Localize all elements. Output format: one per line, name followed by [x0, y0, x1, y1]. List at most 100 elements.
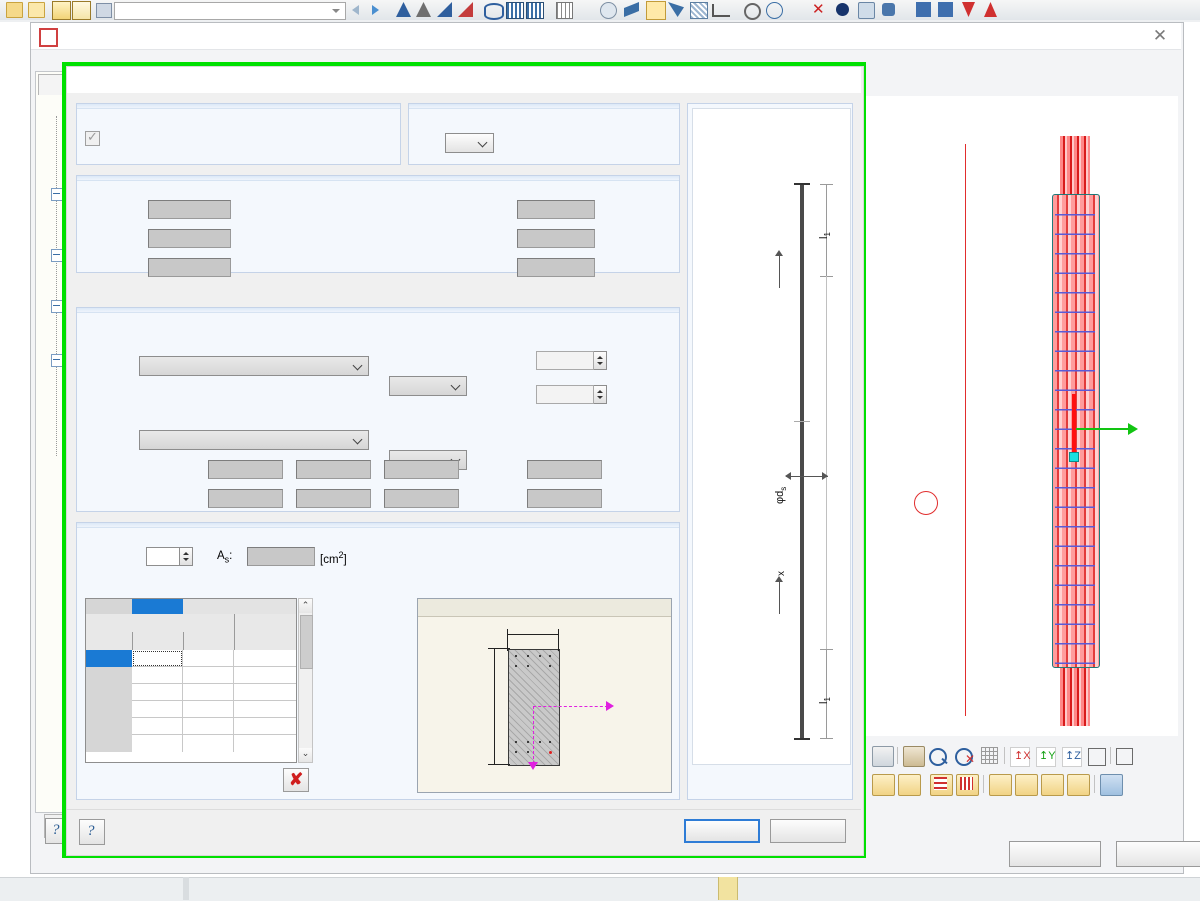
dialog-cancel-button[interactable] [770, 819, 846, 843]
row-y-cell[interactable] [132, 684, 183, 701]
anchorage-end-total-field[interactable] [384, 489, 459, 508]
triangle-icon[interactable] [790, 3, 806, 16]
chevron-down-icon[interactable] [354, 360, 363, 369]
length-field[interactable] [148, 258, 231, 277]
anchorage-end-bending-field[interactable] [527, 489, 602, 508]
anchorage-start-percentage-spinner[interactable] [594, 351, 607, 370]
gear-icon[interactable] [882, 3, 895, 16]
x-from-field[interactable] [148, 200, 231, 219]
rebar-icon-2[interactable] [526, 2, 544, 19]
rotate-icon[interactable] [898, 774, 921, 796]
main-ok-button[interactable] [1009, 841, 1101, 867]
member-icon-3[interactable] [668, 2, 684, 17]
table-row[interactable] [86, 718, 296, 736]
diameter-combo[interactable] [445, 133, 494, 153]
chain-icon[interactable] [744, 3, 761, 20]
row-beta-cell[interactable] [234, 650, 296, 667]
row-no-cell[interactable] [86, 718, 133, 736]
anchorage-start-l1-field[interactable] [208, 460, 283, 479]
length-without-anchorage-field[interactable] [517, 200, 595, 219]
info-icon[interactable] [836, 3, 849, 16]
number-field[interactable] [146, 547, 180, 566]
row-no-cell[interactable] [86, 650, 133, 668]
perspective-icon[interactable] [1116, 748, 1133, 765]
model-view-panel[interactable] [866, 96, 1178, 736]
row-z-cell[interactable] [183, 701, 234, 718]
coordinates-table[interactable] [85, 598, 297, 763]
right-support-icon[interactable] [1067, 774, 1090, 796]
node-icon[interactable] [600, 2, 617, 19]
anchorage-start-total-field[interactable] [384, 460, 459, 479]
edit-cube-icon[interactable] [872, 774, 895, 796]
row-no-cell[interactable] [86, 701, 133, 719]
row-beta-cell[interactable] [234, 667, 296, 684]
row-z-cell[interactable] [183, 650, 234, 667]
settings-icon[interactable] [858, 2, 875, 19]
row-no-cell[interactable] [86, 735, 133, 752]
table-col-letter-b[interactable] [183, 599, 235, 615]
dialog-help-button[interactable]: ? [79, 819, 105, 845]
cross-section-preview[interactable] [417, 598, 672, 793]
folder-open-icon[interactable] [28, 2, 45, 18]
table-row[interactable] [86, 667, 296, 685]
anchorage-start-composite-combo[interactable] [389, 376, 467, 396]
anchorage-end-type-combo[interactable] [139, 430, 369, 450]
length-with-anchorage-field[interactable] [517, 229, 595, 248]
bar-elevation-canvas[interactable] [692, 108, 851, 765]
next-arrow-icon[interactable] [372, 5, 379, 15]
anchorage-end-percentage-spinner[interactable] [594, 385, 607, 404]
anchorage-start-bending-field[interactable] [527, 460, 602, 479]
box-view-icon[interactable] [1088, 748, 1106, 766]
table-col-letter-a[interactable] [132, 599, 184, 615]
design-checkbox[interactable]: ✓ [85, 129, 100, 146]
grid-tool-icon[interactable] [556, 2, 573, 19]
row-beta-cell[interactable] [234, 718, 296, 735]
dimension-icon[interactable] [712, 4, 730, 17]
row-z-cell[interactable] [183, 667, 234, 684]
anchorage-end-l2-field[interactable] [296, 489, 371, 508]
model-toolbar-row1[interactable]: ✕ ↥X ↥Y ↥Z [870, 744, 1133, 768]
zoom-icon[interactable] [929, 748, 947, 766]
left-support-icon[interactable] [1041, 774, 1064, 796]
scroll-up-arrow-icon[interactable]: ⌃ [299, 599, 312, 613]
row-no-cell[interactable] [86, 667, 133, 685]
delete-row-button[interactable]: ✘ [283, 768, 309, 792]
chevron-down-icon[interactable] [479, 137, 488, 146]
to-field[interactable] [148, 229, 231, 248]
row-y-cell[interactable] [132, 718, 183, 735]
scroll-thumb[interactable] [300, 615, 313, 669]
chevron-down-icon[interactable] [332, 9, 340, 13]
table-scrollbar[interactable]: ⌃ ⌄ [298, 598, 313, 763]
mirror-icon[interactable] [766, 2, 783, 19]
prev-arrow-icon[interactable] [352, 5, 359, 15]
render-icon[interactable] [903, 746, 925, 767]
axes-icon[interactable] [989, 774, 1012, 796]
row-beta-cell[interactable] [234, 701, 296, 718]
number-spinner[interactable] [180, 547, 193, 566]
main-cancel-button[interactable] [1116, 841, 1200, 867]
scroll-down-arrow-icon[interactable]: ⌄ [299, 748, 312, 762]
total-length-field[interactable] [517, 258, 595, 277]
row-y-cell[interactable] [132, 650, 183, 667]
member-icon-1[interactable] [624, 2, 639, 17]
anchorage-start-type-combo[interactable] [139, 356, 369, 376]
image-icon[interactable] [1100, 774, 1123, 796]
table-icon-1[interactable] [52, 1, 71, 20]
row-y-cell[interactable] [132, 701, 183, 718]
load-case-icon[interactable] [96, 3, 112, 18]
result-icon-4[interactable] [984, 2, 997, 17]
anchorage-end-percentage-field[interactable] [536, 385, 594, 404]
section-icon[interactable] [1015, 774, 1038, 796]
member-icon-2[interactable] [646, 1, 666, 20]
row-z-cell[interactable] [183, 735, 234, 752]
model-toolbar-row2[interactable] [870, 772, 1132, 796]
table-row[interactable] [86, 735, 296, 752]
spring-icon[interactable] [484, 3, 504, 20]
table-icon-2[interactable] [72, 1, 91, 20]
result-icon-1[interactable] [916, 2, 931, 17]
row-beta-cell[interactable] [234, 684, 296, 701]
delete-x-icon[interactable]: ✕ [812, 2, 825, 17]
result-icon-2[interactable] [938, 2, 953, 17]
load-case-combo[interactable] [114, 2, 346, 20]
grid-icon[interactable] [981, 747, 998, 764]
